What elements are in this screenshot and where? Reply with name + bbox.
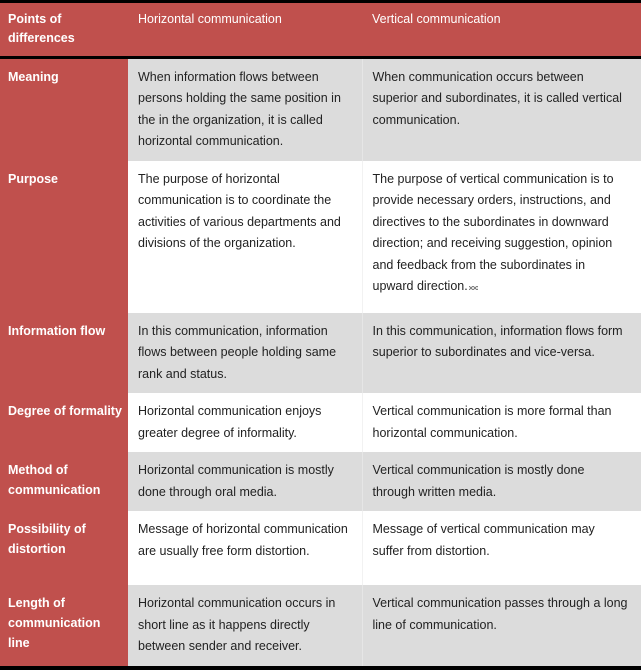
table-row: Purpose The purpose of horizontal commun… — [0, 160, 641, 313]
header-horizontal-communication: Horizontal communication — [128, 1, 362, 58]
table-row: Method of communication Horizontal commu… — [0, 452, 641, 512]
row-term-degree-of-formality: Degree of formality — [0, 393, 128, 453]
table-row: Possibility of distortion Message of hor… — [0, 511, 641, 586]
comparison-table: Points of differences Horizontal communi… — [0, 0, 641, 670]
row-horizontal-method-of-communication: Horizontal communication is mostly done … — [128, 452, 362, 512]
row-horizontal-degree-of-formality: Horizontal communication enjoys greater … — [128, 393, 362, 453]
row-term-possibility-of-distortion: Possibility of distortion — [0, 511, 128, 586]
row-vertical-purpose: The purpose of vertical communication is… — [361, 160, 641, 313]
row-horizontal-meaning: When information flows between persons h… — [128, 57, 362, 161]
row-vertical-possibility-of-distortion: Message of vertical communication may su… — [361, 511, 641, 586]
row-term-information-flow: Information flow — [0, 312, 128, 394]
spellcheck-squiggle-icon — [468, 286, 478, 293]
row-horizontal-information-flow: In this communication, information flows… — [128, 312, 362, 394]
table-row: Meaning When information flows between p… — [0, 57, 641, 161]
row-vertical-meaning: When communication occurs between superi… — [361, 57, 641, 161]
table-row: Length of communication line Horizontal … — [0, 585, 641, 668]
row-vertical-length-of-communication-line: Vertical communication passes through a … — [361, 585, 641, 668]
row-term-purpose: Purpose — [0, 160, 128, 313]
row-vertical-degree-of-formality: Vertical communication is more formal th… — [361, 393, 641, 453]
row-horizontal-purpose: The purpose of horizontal communication … — [128, 160, 362, 313]
row-vertical-information-flow: In this communication, information flows… — [361, 312, 641, 394]
row-vertical-method-of-communication: Vertical communication is mostly done th… — [361, 452, 641, 512]
header-points-of-differences: Points of differences — [0, 1, 128, 58]
table-row: Degree of formality Horizontal communica… — [0, 393, 641, 453]
row-term-length-of-communication-line: Length of communication line — [0, 585, 128, 668]
row-horizontal-length-of-communication-line: Horizontal communication occurs in short… — [128, 585, 362, 668]
table-header-row: Points of differences Horizontal communi… — [0, 1, 641, 58]
row-term-method-of-communication: Method of communication — [0, 452, 128, 512]
row-term-meaning: Meaning — [0, 57, 128, 161]
table-row: Information flow In this communication, … — [0, 312, 641, 394]
row-vertical-purpose-text: The purpose of vertical communication is… — [372, 171, 614, 294]
row-horizontal-possibility-of-distortion: Message of horizontal communication are … — [128, 511, 362, 586]
header-vertical-communication: Vertical communication — [362, 1, 641, 58]
